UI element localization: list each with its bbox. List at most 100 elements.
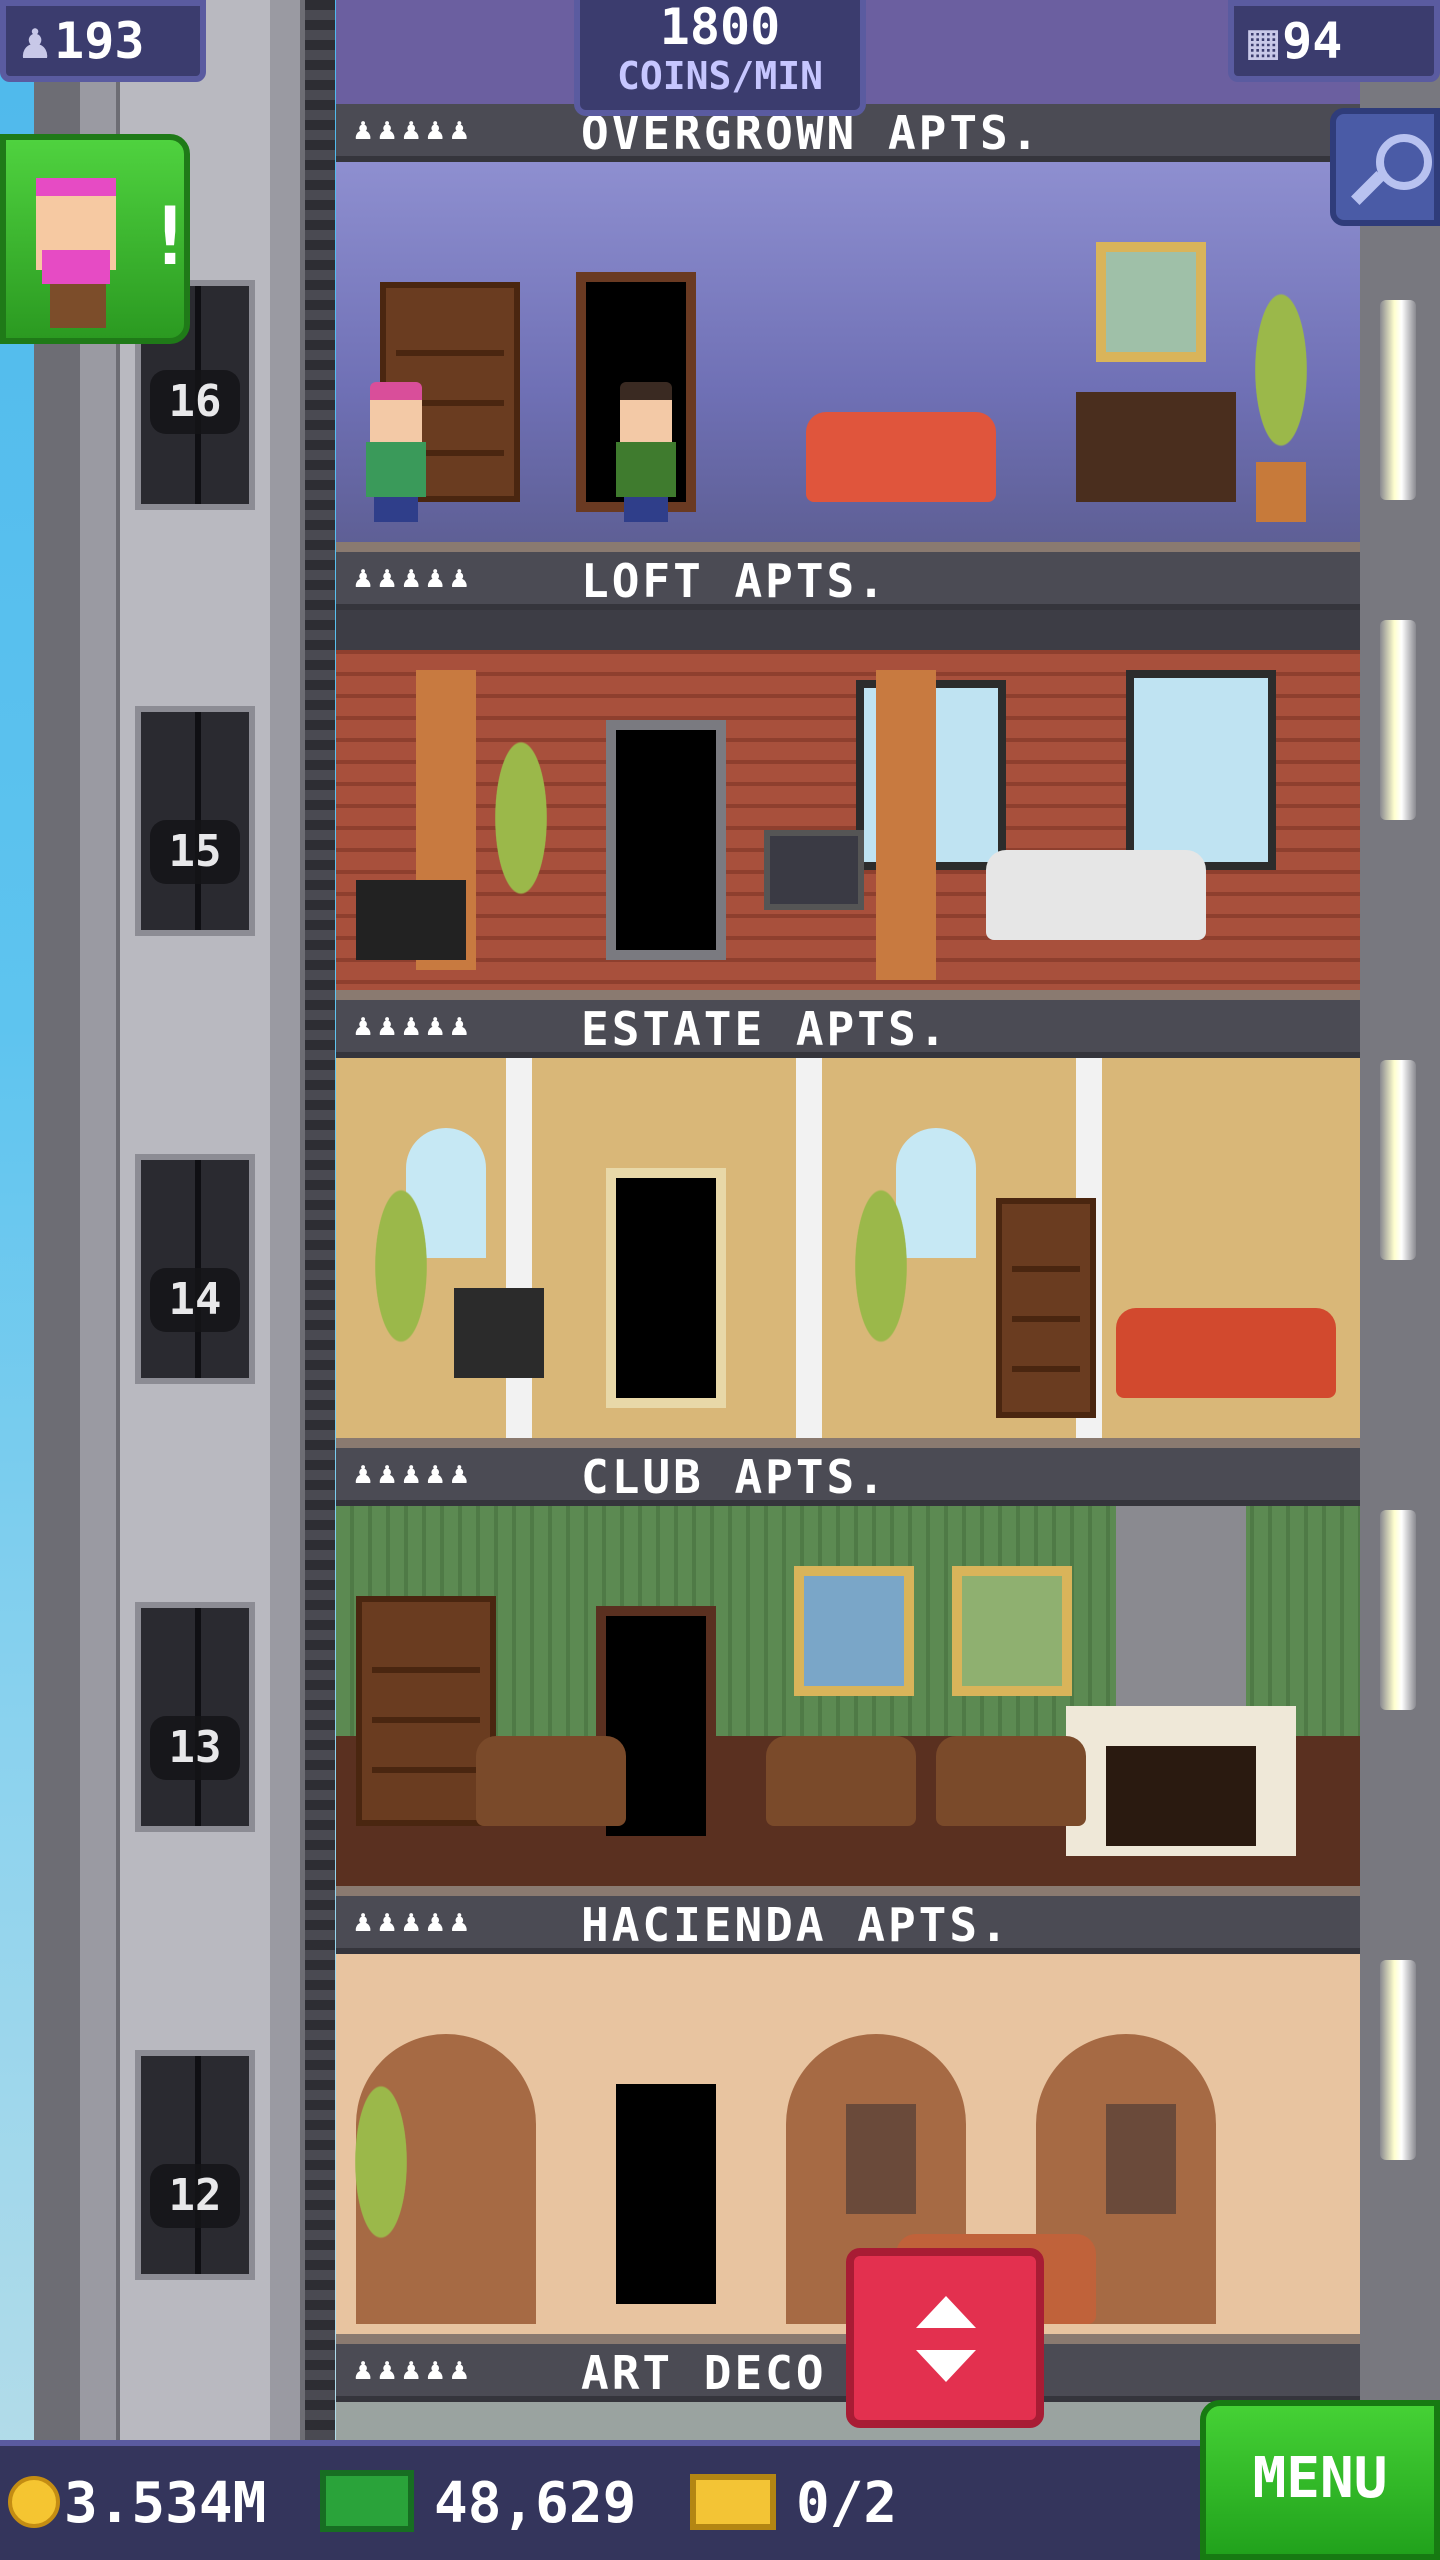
- wall-picture: [1096, 242, 1206, 362]
- building-window: [1380, 620, 1416, 820]
- coin-rate-unit: COINS/MIN: [617, 54, 823, 98]
- floor-name: ART DECO: [581, 2346, 827, 2400]
- window: [1106, 2104, 1176, 2214]
- menu-button[interactable]: MENU: [1200, 2400, 1440, 2560]
- building-ladder: [305, 0, 335, 2440]
- floor-name: LOFT APTS.: [581, 554, 888, 608]
- resident-body: [366, 442, 426, 497]
- phonograph-table: [454, 1288, 544, 1378]
- plant-pot: [1256, 462, 1306, 522]
- elevator-control-button[interactable]: [846, 2248, 1044, 2428]
- plant: [836, 1178, 926, 1398]
- room-interior: [336, 162, 1360, 544]
- coin-rate-display: 1800 COINS/MIN: [574, 0, 866, 116]
- floor-overgrown-apts[interactable]: ♟♟♟♟♟ OVERGROWN APTS.: [336, 104, 1360, 552]
- fireplace-opening: [1106, 1746, 1256, 1846]
- building-window: [1380, 1510, 1416, 1710]
- column: [796, 1058, 822, 1440]
- search-button[interactable]: [1330, 108, 1440, 226]
- floor-label-bar: ♟♟♟♟♟ ESTATE APTS.: [336, 1000, 1360, 1058]
- floor-stars: ♟♟♟♟♟: [354, 1456, 475, 1491]
- floor-stars: ♟♟♟♟♟: [354, 112, 475, 147]
- room-interior: [336, 1058, 1360, 1440]
- population-icon: ♟: [20, 12, 51, 70]
- floor-number-label: 16: [150, 370, 240, 434]
- ticket-icon[interactable]: [690, 2474, 776, 2530]
- resident-body: [616, 442, 676, 497]
- floor-stars: ♟♟♟♟♟: [354, 1008, 475, 1043]
- floor-name: ESTATE APTS.: [581, 1002, 950, 1056]
- floors-icon: ▦: [1248, 12, 1279, 70]
- floor-estate-apts[interactable]: ♟♟♟♟♟ ESTATE APTS.: [336, 1000, 1360, 1448]
- floor-slab: [336, 542, 1360, 552]
- floor-name: HACIENDA APTS.: [581, 1898, 1011, 1952]
- portrait-painting: [794, 1566, 914, 1696]
- room-door[interactable]: [606, 720, 726, 960]
- elevator-updown-icon: [916, 2296, 976, 2328]
- chimney: [1116, 1506, 1246, 1706]
- population-display[interactable]: ♟193: [0, 0, 206, 82]
- floor-stars: ♟♟♟♟♟: [354, 2352, 475, 2387]
- population-value: 193: [54, 12, 145, 70]
- armchair: [766, 1736, 916, 1826]
- window: [1126, 670, 1276, 870]
- elevator-rail: [80, 0, 116, 2440]
- elevator-down-arrow: [916, 2350, 976, 2382]
- floor-label-bar: ♟♟♟♟♟ HACIENDA APTS.: [336, 1896, 1360, 1954]
- bux-icon[interactable]: [320, 2470, 414, 2532]
- column: [506, 1058, 532, 1440]
- coin-rate-value: 1800: [659, 0, 781, 56]
- floor-stars: ♟♟♟♟♟: [354, 560, 475, 595]
- floor-club-apts[interactable]: ♟♟♟♟♟ CLUB APTS.: [336, 1448, 1360, 1896]
- room-interior: [336, 1506, 1360, 1888]
- floor-label-bar: ♟♟♟♟♟ CLUB APTS.: [336, 1448, 1360, 1506]
- resident[interactable]: [356, 382, 436, 522]
- coin-icon[interactable]: [8, 2476, 60, 2528]
- sofa: [806, 412, 996, 502]
- search-icon: [1376, 134, 1432, 190]
- painting-easel: [764, 830, 864, 910]
- armchair: [476, 1736, 626, 1826]
- floors-count-value: 94: [1282, 12, 1343, 70]
- tickets-value: 0/2: [796, 2471, 898, 2536]
- floor-number-label: 13: [150, 1716, 240, 1780]
- floor-slab: [336, 990, 1360, 1000]
- alert-exclamation: !: [146, 190, 195, 283]
- floor-loft-apts[interactable]: ♟♟♟♟♟ LOFT APTS.: [336, 552, 1360, 1000]
- window: [846, 2104, 916, 2214]
- floor-number-label: 15: [150, 820, 240, 884]
- bookshelf: [356, 1596, 496, 1826]
- floor-label-bar: ♟♟♟♟♟ LOFT APTS.: [336, 552, 1360, 610]
- building-window: [1380, 1060, 1416, 1260]
- plant: [336, 2074, 426, 2294]
- visitor-torso: [50, 284, 106, 328]
- plant: [476, 730, 566, 950]
- plant: [356, 1178, 446, 1398]
- fireplace: [1076, 392, 1236, 502]
- armchair: [936, 1736, 1086, 1826]
- room-door[interactable]: [606, 2074, 726, 2314]
- floor-name: CLUB APTS.: [581, 1450, 888, 1504]
- floor-number-label: 12: [150, 2164, 240, 2228]
- floor-stars: ♟♟♟♟♟: [354, 1904, 475, 1939]
- resident-legs: [374, 497, 418, 522]
- room-door[interactable]: [606, 1168, 726, 1408]
- bookshelf: [996, 1198, 1096, 1418]
- stereo: [356, 880, 466, 960]
- sofa: [986, 850, 1206, 940]
- visitor-beard: [42, 250, 110, 284]
- portrait-painting: [952, 1566, 1072, 1696]
- bux-value: 48,629: [434, 2471, 637, 2536]
- building-window: [1380, 300, 1416, 500]
- coins-value: 3.534M: [64, 2471, 267, 2536]
- elevator-rail: [270, 0, 300, 2440]
- room-interior: [336, 610, 1360, 992]
- search-icon-handle: [1351, 171, 1385, 205]
- floor-slab: [336, 1886, 1360, 1896]
- floor-slab: [336, 1438, 1360, 1448]
- pillar: [876, 670, 936, 980]
- floor-number-label: 14: [150, 1268, 240, 1332]
- visitor-alert-button[interactable]: !: [0, 134, 194, 344]
- resident[interactable]: [606, 382, 686, 522]
- floors-count-display[interactable]: ▦94: [1228, 0, 1440, 82]
